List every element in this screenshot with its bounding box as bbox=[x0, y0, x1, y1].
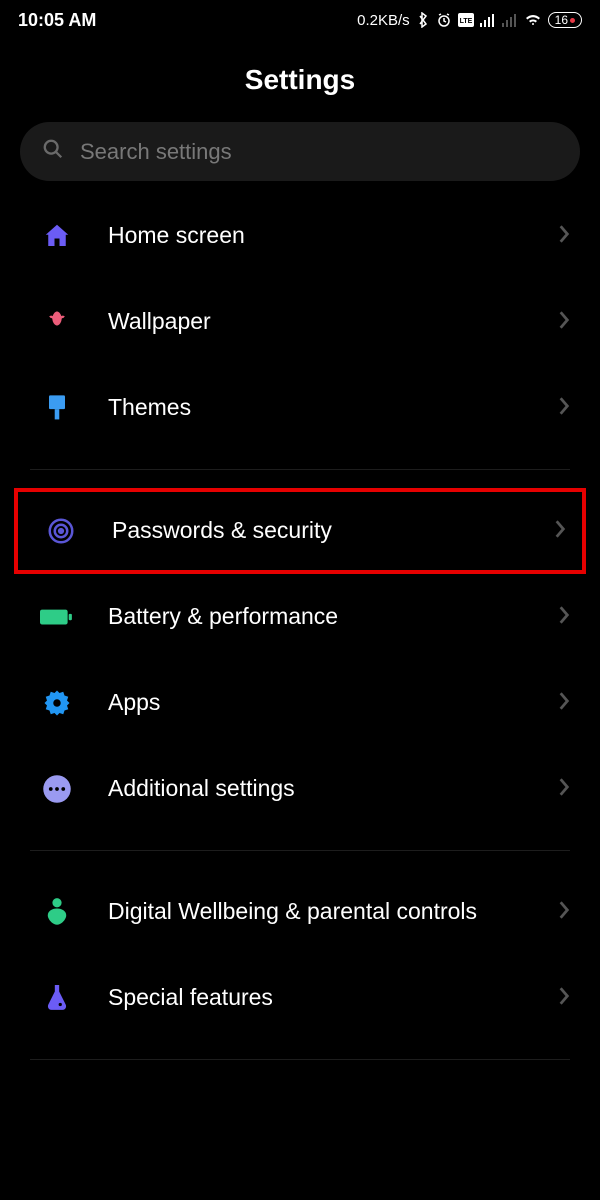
flower-icon bbox=[40, 305, 74, 339]
divider bbox=[30, 1059, 570, 1060]
volte-icon: LTE bbox=[458, 13, 474, 27]
data-rate: 0.2KB/s bbox=[357, 12, 410, 29]
item-label: Wallpaper bbox=[108, 307, 524, 337]
flask-icon bbox=[40, 981, 74, 1015]
sidebar-item-special[interactable]: Special features bbox=[0, 955, 600, 1041]
svg-text:LTE: LTE bbox=[459, 18, 472, 25]
bluetooth-icon bbox=[416, 12, 430, 28]
sidebar-item-wallpaper[interactable]: Wallpaper bbox=[0, 279, 600, 365]
chevron-right-icon bbox=[554, 519, 566, 544]
chevron-right-icon bbox=[558, 224, 570, 249]
search-bar[interactable] bbox=[20, 122, 580, 181]
sidebar-item-additional[interactable]: Additional settings bbox=[0, 746, 600, 832]
heart-icon bbox=[40, 895, 74, 929]
chevron-right-icon bbox=[558, 777, 570, 802]
alarm-icon bbox=[436, 12, 452, 28]
divider bbox=[30, 469, 570, 470]
sidebar-item-home[interactable]: Home screen bbox=[0, 193, 600, 279]
item-label: Apps bbox=[108, 688, 524, 718]
item-label: Passwords & security bbox=[112, 516, 520, 546]
chevron-right-icon bbox=[558, 986, 570, 1011]
item-label: Additional settings bbox=[108, 774, 524, 804]
chevron-right-icon bbox=[558, 691, 570, 716]
item-label: Home screen bbox=[108, 221, 524, 251]
settings-list: Home screen Wallpaper Themes Passwords &… bbox=[0, 193, 600, 1060]
chevron-right-icon bbox=[558, 396, 570, 421]
status-time: 10:05 AM bbox=[18, 10, 96, 31]
sidebar-item-wellbeing[interactable]: Digital Wellbeing & parental controls bbox=[0, 869, 600, 955]
gear-icon bbox=[40, 686, 74, 720]
brush-icon bbox=[40, 391, 74, 425]
home-icon bbox=[40, 219, 74, 253]
item-label: Special features bbox=[108, 983, 524, 1013]
status-icons: 0.2KB/s LTE 16 bbox=[357, 12, 582, 29]
divider bbox=[30, 850, 570, 851]
fingerprint-icon bbox=[44, 514, 78, 548]
item-label: Themes bbox=[108, 393, 524, 423]
dots-icon bbox=[40, 772, 74, 806]
item-label: Digital Wellbeing & parental controls bbox=[108, 897, 524, 927]
status-bar: 10:05 AM 0.2KB/s LTE 16 bbox=[0, 0, 600, 40]
search-input[interactable] bbox=[80, 139, 558, 165]
page-title: Settings bbox=[0, 40, 600, 122]
item-label: Battery & performance bbox=[108, 602, 524, 632]
battery-indicator: 16 bbox=[548, 12, 582, 28]
sidebar-item-passwords[interactable]: Passwords & security bbox=[14, 488, 586, 574]
sidebar-item-battery[interactable]: Battery & performance bbox=[0, 574, 600, 660]
chevron-right-icon bbox=[558, 900, 570, 925]
wifi-icon bbox=[524, 13, 542, 27]
signal-icon bbox=[480, 13, 496, 27]
battery-icon bbox=[40, 600, 74, 634]
chevron-right-icon bbox=[558, 605, 570, 630]
sidebar-item-themes[interactable]: Themes bbox=[0, 365, 600, 451]
signal2-icon bbox=[502, 13, 518, 27]
search-icon bbox=[42, 138, 64, 165]
chevron-right-icon bbox=[558, 310, 570, 335]
sidebar-item-apps[interactable]: Apps bbox=[0, 660, 600, 746]
